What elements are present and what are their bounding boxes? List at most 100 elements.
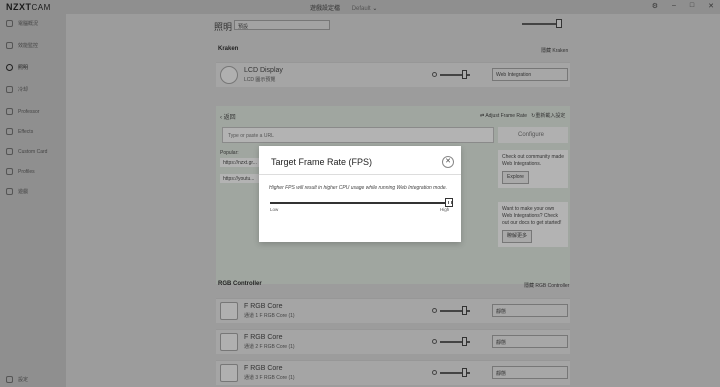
rgb-mode-select[interactable]: 靜態 bbox=[492, 335, 568, 348]
sidebar-item-professor[interactable]: Professor bbox=[6, 108, 39, 115]
lcd-mode-select[interactable]: Web Integration bbox=[492, 68, 568, 81]
sidebar-item-cooling[interactable]: 冷却 bbox=[6, 86, 28, 93]
docs-text: Want to make your own Web Integrations? … bbox=[502, 206, 562, 226]
sidebar-item-label: 設定 bbox=[18, 377, 29, 383]
reset-label[interactable]: 重新載入設定 bbox=[535, 113, 565, 119]
minimize-icon[interactable]: – bbox=[672, 2, 676, 10]
device-subtitle: 通道 1 F RGB Core (1) bbox=[244, 313, 295, 319]
profiles-icon bbox=[6, 168, 13, 175]
kraken-lcd-card: LCD Display LCD 圖示預覽 Web Integration bbox=[216, 62, 570, 87]
device-thumbnail bbox=[220, 333, 238, 351]
configure-button[interactable]: Configure bbox=[498, 127, 568, 143]
device-name: LCD Display bbox=[244, 67, 283, 74]
popular-url-item[interactable]: https://nzxt.gr... bbox=[220, 158, 260, 167]
sidebar-item-label: 冷却 bbox=[18, 87, 29, 93]
sidebar-item-label: Professor bbox=[18, 108, 40, 115]
device-slider-thumb[interactable] bbox=[462, 70, 467, 79]
rgb-device-card: F RGB Core 通道 2 F RGB Core (1) 靜態 bbox=[216, 329, 570, 354]
fps-low-label: Low bbox=[270, 207, 279, 212]
sidebar: 電腦概況 效能監控 照明 冷却 Professor Effects Custom… bbox=[0, 14, 66, 387]
sidebar-item-lighting[interactable]: 照明 bbox=[6, 64, 28, 71]
profile-selector[interactable]: 遊戲設定檔 Default ⌄ bbox=[310, 3, 377, 12]
sidebar-item-label: 照明 bbox=[18, 65, 29, 71]
fps-slider[interactable] bbox=[270, 202, 451, 204]
fan-icon bbox=[6, 86, 13, 93]
explore-button[interactable]: Explore bbox=[502, 171, 529, 184]
docs-card: Want to make your own Web Integrations? … bbox=[498, 202, 568, 247]
lighting-preset-select[interactable]: 預設 bbox=[234, 20, 330, 30]
device-subtitle: 通道 2 F RGB Core (1) bbox=[244, 344, 295, 350]
bulb-icon bbox=[6, 64, 13, 71]
sparkle-icon bbox=[6, 128, 13, 135]
brightness-icon bbox=[432, 370, 437, 375]
device-subtitle: LCD 圖示預覽 bbox=[244, 77, 276, 83]
monitor-icon bbox=[6, 20, 13, 27]
sidebar-item-settings[interactable]: 設定 bbox=[6, 376, 28, 383]
brightness-icon bbox=[432, 72, 437, 77]
sidebar-item-label: 遊戲 bbox=[18, 189, 29, 195]
sidebar-item-label: 效能監控 bbox=[18, 43, 39, 49]
device-thumbnail bbox=[220, 302, 238, 320]
back-label: 返回 bbox=[223, 115, 236, 121]
device-name: F RGB Core bbox=[244, 334, 283, 341]
sidebar-item-games[interactable]: 遊戲 bbox=[6, 188, 28, 195]
community-text: Check out community made Web Integration… bbox=[502, 154, 564, 167]
game-icon bbox=[6, 188, 13, 195]
window-controls: ⚙ – □ ✕ bbox=[652, 2, 714, 10]
hide-rgb-link[interactable]: 隱藏 RGB Controller bbox=[524, 282, 569, 289]
maximize-icon[interactable]: □ bbox=[690, 2, 694, 10]
hide-kraken-link[interactable]: 隱藏 Kraken bbox=[541, 47, 568, 54]
brightness-slider-thumb[interactable] bbox=[556, 19, 562, 28]
logo-suffix: CAM bbox=[31, 3, 51, 12]
title-bar: NZXTCAM 遊戲設定檔 Default ⌄ ⚙ – □ ✕ bbox=[0, 0, 720, 14]
popular-label: Popular: bbox=[220, 150, 239, 156]
sidebar-item-effects[interactable]: Effects bbox=[6, 128, 33, 135]
kraken-section-title: Kraken bbox=[218, 46, 239, 52]
device-name: F RGB Core bbox=[244, 365, 283, 372]
rgb-mode-select[interactable]: 靜態 bbox=[492, 304, 568, 317]
profile-value[interactable]: Default bbox=[352, 6, 371, 12]
fps-slider-thumb[interactable] bbox=[445, 198, 453, 207]
divider bbox=[259, 174, 461, 175]
chevron-down-icon: ⌄ bbox=[372, 6, 378, 12]
sidebar-item-label: Profiles bbox=[18, 168, 35, 175]
brightness-icon bbox=[432, 339, 437, 344]
device-name: F RGB Core bbox=[244, 303, 283, 310]
device-thumbnail bbox=[220, 66, 238, 84]
dialog-title: Target Frame Rate (FPS) bbox=[271, 157, 373, 167]
profile-label: 遊戲設定檔 bbox=[310, 6, 341, 12]
sidebar-item-label: Effects bbox=[18, 128, 34, 135]
sidebar-item-performance[interactable]: 效能監控 bbox=[6, 42, 38, 49]
fps-high-label: High bbox=[440, 207, 450, 212]
device-slider-thumb[interactable] bbox=[462, 368, 467, 377]
app-logo: NZXTCAM bbox=[6, 2, 51, 12]
sidebar-item-label: 電腦概況 bbox=[18, 21, 39, 27]
device-thumbnail bbox=[220, 364, 238, 382]
gauge-icon bbox=[6, 42, 13, 49]
close-icon[interactable]: ✕ bbox=[708, 2, 714, 10]
close-icon[interactable]: ✕ bbox=[442, 156, 454, 168]
popular-url-item[interactable]: https://youtu... bbox=[220, 174, 260, 183]
rgb-mode-select[interactable]: 靜態 bbox=[492, 366, 568, 379]
sidebar-item-overview[interactable]: 電腦概況 bbox=[6, 20, 38, 27]
learn-more-button[interactable]: 瞭解更多 bbox=[502, 230, 533, 243]
device-slider-thumb[interactable] bbox=[462, 337, 467, 346]
cpu-icon bbox=[6, 108, 13, 115]
device-slider-thumb[interactable] bbox=[462, 306, 467, 315]
rgb-device-card: F RGB Core 通道 1 F RGB Core (1) 靜態 bbox=[216, 298, 570, 323]
settings-icon bbox=[6, 376, 13, 383]
adjust-frame-rate-link[interactable]: ⇄ Adjust Frame Rate ↻重新載入設定 bbox=[480, 112, 565, 119]
rgb-section-title: RGB Controller bbox=[218, 281, 262, 287]
sidebar-item-label: Custom Card bbox=[18, 148, 48, 155]
back-link[interactable]: ‹ 返回 bbox=[220, 112, 236, 121]
community-card: Check out community made Web Integration… bbox=[498, 150, 568, 188]
sidebar-item-profiles[interactable]: Profiles bbox=[6, 168, 35, 175]
sidebar-item-custom-card[interactable]: Custom Card bbox=[6, 148, 47, 155]
adjust-label: Adjust Frame Rate bbox=[485, 113, 527, 119]
url-input[interactable]: Type or paste a URL bbox=[222, 127, 494, 143]
page-title: 照明 bbox=[214, 22, 233, 32]
logo-text: NZXT bbox=[6, 2, 32, 12]
brightness-icon bbox=[432, 308, 437, 313]
device-subtitle: 通道 3 F RGB Core (1) bbox=[244, 375, 295, 381]
gear-icon[interactable]: ⚙ bbox=[652, 2, 658, 10]
